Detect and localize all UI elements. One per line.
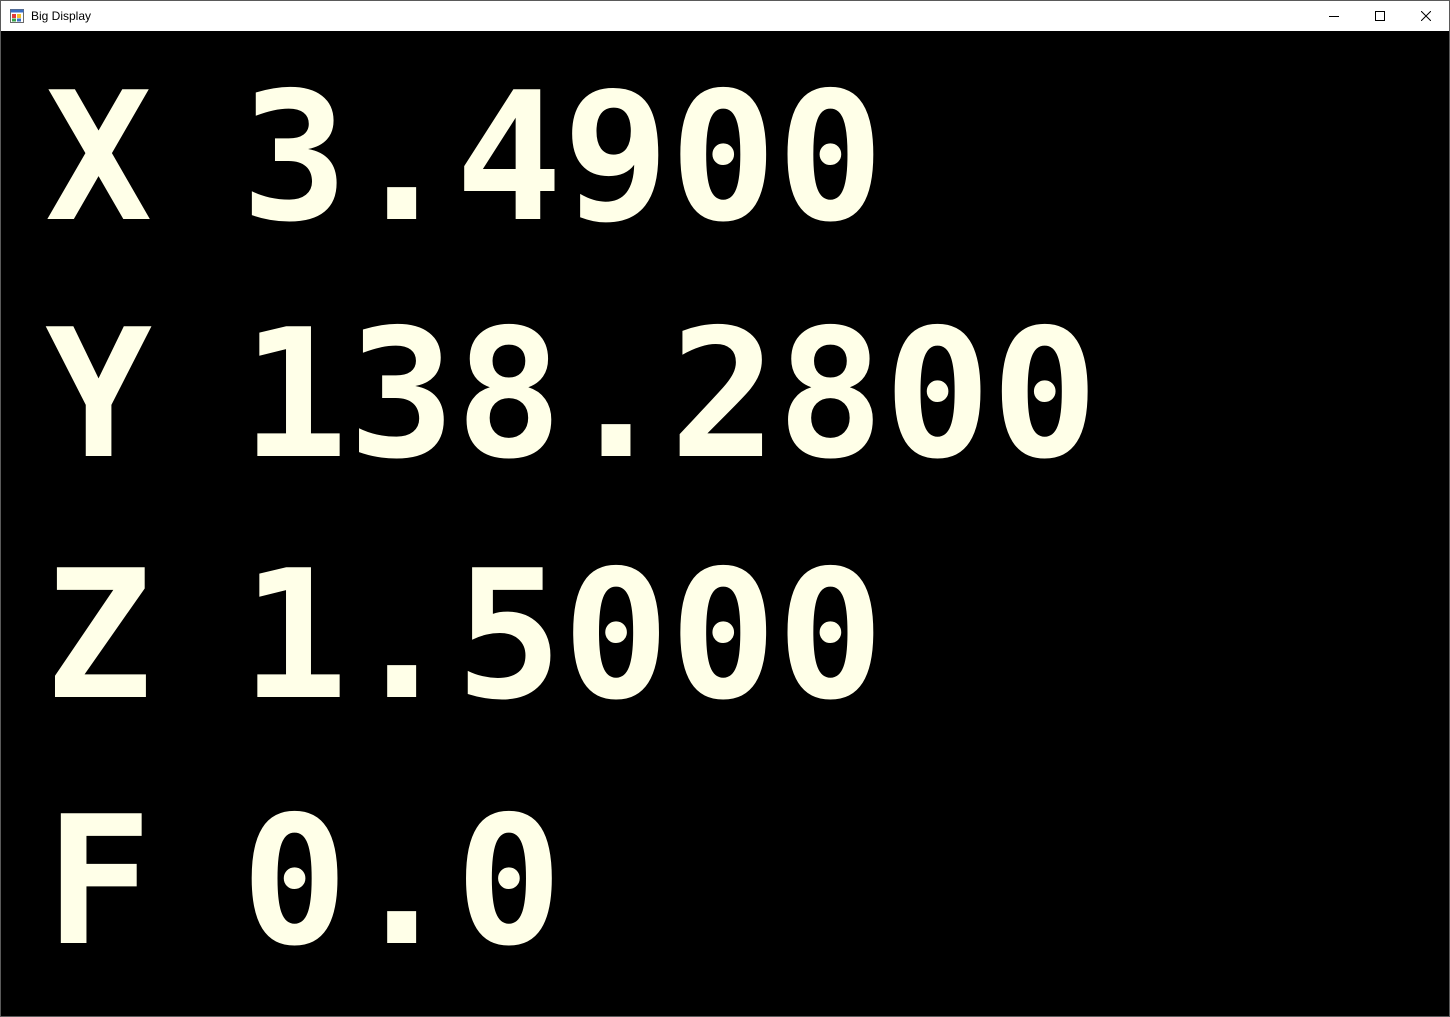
x-axis-label: X: [45, 54, 153, 261]
feed-rate-label: F: [45, 778, 153, 985]
y-axis-readout: Y 138.2800: [45, 295, 1098, 495]
window-title: Big Display: [31, 9, 92, 23]
maximize-button[interactable]: [1357, 1, 1403, 31]
minimize-button[interactable]: [1311, 1, 1357, 31]
app-window-icon: [10, 9, 24, 23]
x-axis-value: 3.4900: [241, 54, 884, 261]
close-button[interactable]: [1403, 1, 1449, 31]
y-axis-label: Y: [45, 291, 153, 498]
x-axis-readout: X 3.4900: [45, 58, 884, 258]
minimize-icon: [1329, 16, 1339, 17]
z-axis-readout: Z 1.5000: [45, 536, 884, 736]
feed-rate-readout: F 0.0: [45, 782, 563, 982]
close-icon: [1421, 11, 1431, 21]
big-display-window: Big Display X3.4900 Y138.2800 Z1.5000: [0, 0, 1450, 1017]
title-bar[interactable]: Big Display: [1, 1, 1449, 31]
maximize-icon: [1375, 11, 1385, 21]
y-axis-value: 138.2800: [241, 291, 1099, 498]
feed-rate-value: 0.0: [241, 778, 563, 985]
z-axis-value: 1.5000: [241, 532, 884, 739]
z-axis-label: Z: [45, 532, 153, 739]
readout-panel: X 3.4900 Y 138.2800 Z 1.5000 F 0.0: [1, 31, 1449, 1016]
